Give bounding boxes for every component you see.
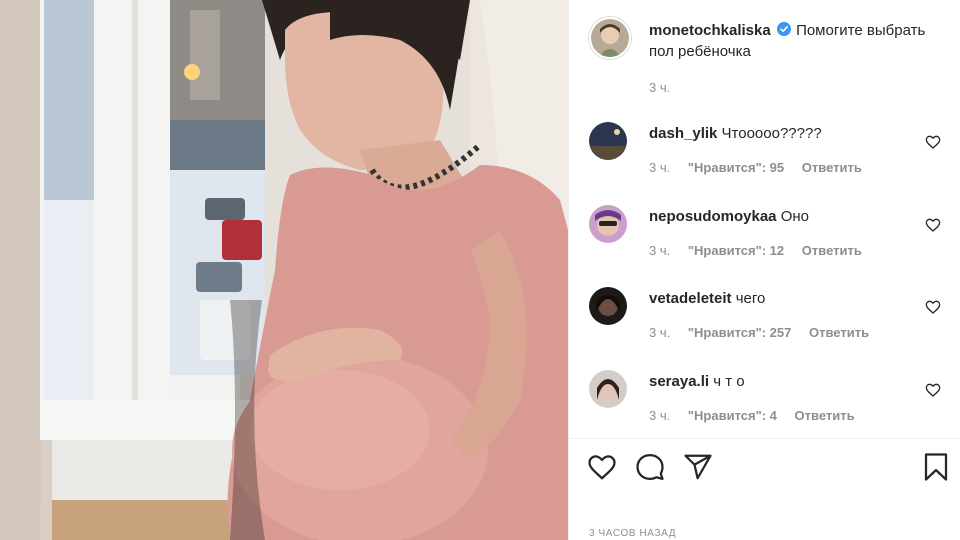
comment-text: Чтооооо????? bbox=[721, 125, 822, 142]
comment-time[interactable]: 3 ч. bbox=[649, 160, 670, 175]
comment-reply-button[interactable]: Ответить bbox=[802, 160, 862, 175]
posted-time-ago[interactable]: 3 часов назад bbox=[589, 528, 676, 539]
post-action-bar bbox=[569, 448, 960, 488]
author-avatar[interactable] bbox=[589, 17, 631, 59]
verified-badge-icon bbox=[776, 22, 791, 36]
comment-likes[interactable]: "Нравится": 95 bbox=[688, 160, 784, 175]
comment-avatar-image bbox=[589, 370, 627, 408]
comment-item: seraya.li ч т о 3 ч. "Нравится": 4 Ответ… bbox=[589, 370, 959, 432]
author-username[interactable]: monetochkaliska bbox=[649, 22, 771, 39]
comment-username[interactable]: vetadeleteit bbox=[649, 290, 732, 307]
instagram-post: monetochkaliska Помогите выбрать пол реб… bbox=[0, 0, 960, 540]
comment-icon[interactable] bbox=[635, 452, 665, 482]
comment-reply-button[interactable]: Ответить bbox=[809, 325, 869, 340]
comment-meta: 3 ч. "Нравится": 12 Ответить bbox=[649, 243, 876, 258]
comment-avatar-image bbox=[589, 287, 627, 325]
comment-meta: 3 ч. "Нравится": 257 Ответить bbox=[649, 325, 883, 340]
comment-text: чего bbox=[735, 290, 766, 307]
comment-body: neposudomoykaa Оно bbox=[649, 207, 809, 227]
comment-like-heart-icon[interactable] bbox=[925, 217, 941, 233]
comment-time[interactable]: 3 ч. bbox=[649, 325, 670, 340]
comment-time[interactable]: 3 ч. bbox=[649, 408, 670, 423]
actions-divider bbox=[569, 438, 960, 439]
comment-likes[interactable]: "Нравится": 4 bbox=[688, 408, 777, 423]
comment-item: vetadeleteit чего 3 ч. "Нравится": 257 О… bbox=[589, 287, 959, 349]
comment-body: seraya.li ч т о bbox=[649, 372, 745, 392]
comment-avatar[interactable] bbox=[589, 205, 627, 243]
bookmark-icon[interactable] bbox=[921, 452, 951, 482]
comment-likes[interactable]: "Нравится": 257 bbox=[688, 325, 792, 340]
comment-item: neposudomoykaa Оно 3 ч. "Нравится": 12 О… bbox=[589, 205, 959, 267]
comment-item: dash_ylik Чтооооо????? 3 ч. "Нравится": … bbox=[589, 122, 959, 184]
comment-meta: 3 ч. "Нравится": 4 Ответить bbox=[649, 408, 869, 423]
comment-username[interactable]: seraya.li bbox=[649, 373, 709, 390]
comment-avatar[interactable] bbox=[589, 122, 627, 160]
comment-username[interactable]: dash_ylik bbox=[649, 125, 717, 142]
comment-text: ч т о bbox=[713, 373, 745, 390]
comment-like-heart-icon[interactable] bbox=[925, 382, 941, 398]
comment-body: dash_ylik Чтооооо????? bbox=[649, 124, 822, 144]
post-side-panel: monetochkaliska Помогите выбрать пол реб… bbox=[568, 0, 960, 540]
caption-time[interactable]: 3 ч. bbox=[649, 80, 670, 95]
author-avatar-image bbox=[591, 19, 629, 57]
comment-time[interactable]: 3 ч. bbox=[649, 243, 670, 258]
comment-like-heart-icon[interactable] bbox=[925, 134, 941, 150]
comment-likes[interactable]: "Нравится": 12 bbox=[688, 243, 784, 258]
comment-like-heart-icon[interactable] bbox=[925, 299, 941, 315]
post-photo-illustration bbox=[0, 0, 568, 540]
comment-avatar[interactable] bbox=[589, 287, 627, 325]
caption-text-block: monetochkaliska Помогите выбрать пол реб… bbox=[649, 20, 949, 62]
comment-username[interactable]: neposudomoykaa bbox=[649, 208, 777, 225]
comment-reply-button[interactable]: Ответить bbox=[802, 243, 862, 258]
comment-reply-button[interactable]: Ответить bbox=[795, 408, 855, 423]
comment-avatar-image bbox=[589, 122, 627, 160]
comment-meta: 3 ч. "Нравится": 95 Ответить bbox=[649, 160, 876, 175]
comment-avatar[interactable] bbox=[589, 370, 627, 408]
share-icon[interactable] bbox=[683, 452, 713, 482]
comment-avatar-image bbox=[589, 205, 627, 243]
comment-text: Оно bbox=[780, 208, 809, 225]
heart-icon[interactable] bbox=[587, 452, 617, 482]
comment-body: vetadeleteit чего bbox=[649, 289, 765, 309]
post-photo[interactable] bbox=[0, 0, 568, 540]
